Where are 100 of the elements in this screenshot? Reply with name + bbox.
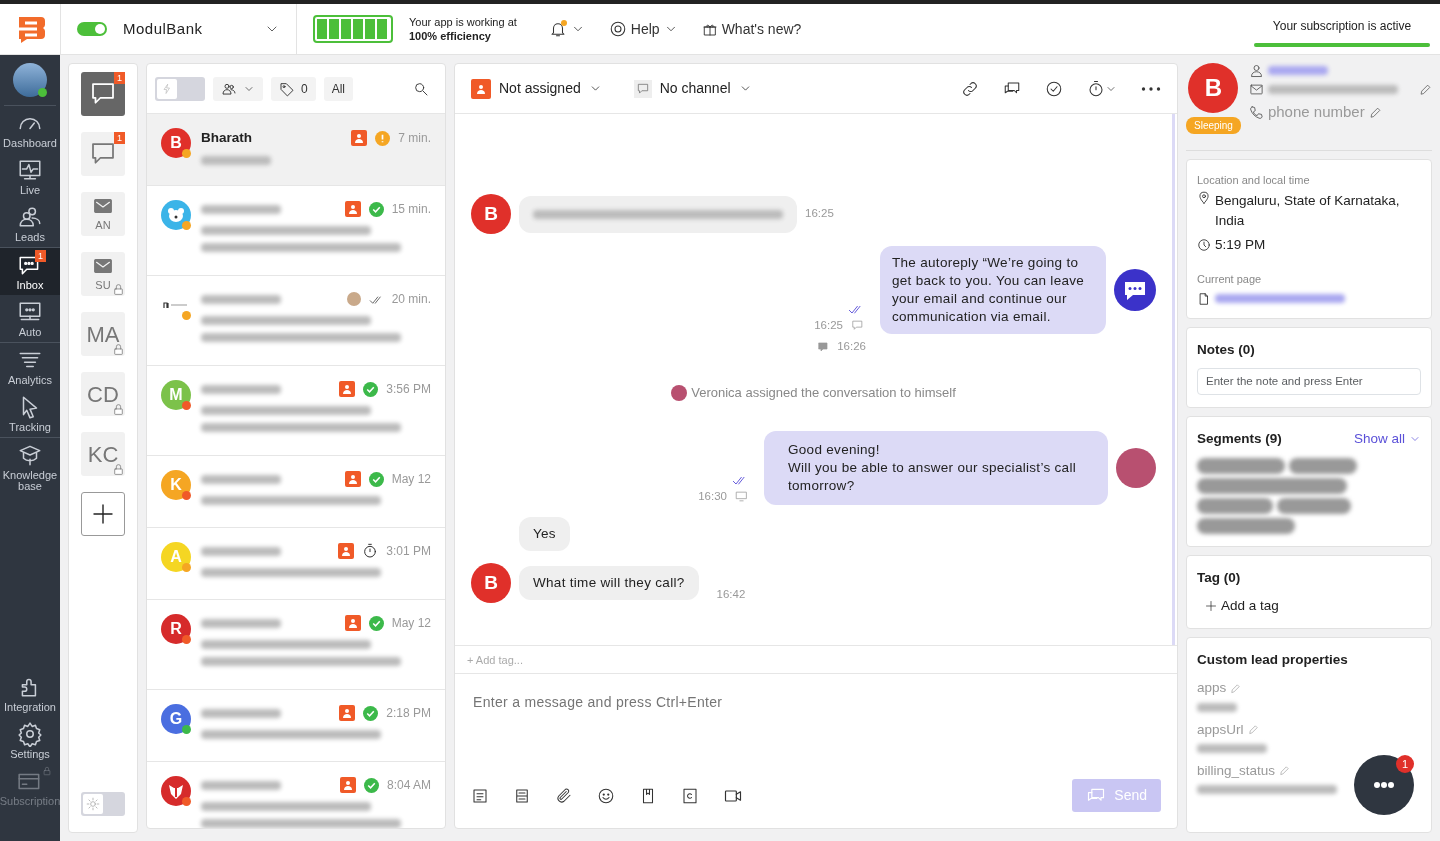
channel-button[interactable]: 1 [81, 132, 125, 176]
segment-tag [1289, 457, 1357, 474]
property-name: apps [1197, 679, 1227, 698]
channel-button[interactable]: MA [81, 312, 125, 356]
nav-item[interactable]: Leads [0, 200, 60, 247]
contact-name: Bharath [201, 129, 252, 147]
tag-title: Tag (0) [1197, 568, 1242, 587]
agent-avatar [346, 292, 361, 306]
channel-button[interactable]: SU [81, 252, 125, 296]
contact-avatar: R [161, 614, 191, 644]
online-dot [38, 88, 47, 97]
redacted-text [1267, 66, 1328, 75]
add-channel-button[interactable] [81, 492, 125, 536]
assignee-dropdown[interactable]: Not assigned [471, 78, 602, 99]
channel-button[interactable]: AN [81, 192, 125, 236]
contact-avatar: B [1188, 63, 1239, 113]
stopwatch-icon [362, 543, 379, 559]
template-icon [513, 786, 531, 805]
user-avatar[interactable] [13, 63, 47, 97]
lock-icon [112, 343, 125, 356]
conversation-item[interactable]: B Bharath 7 min. [147, 114, 445, 186]
company-logo-icon [163, 301, 189, 309]
stopwatch-icon [1087, 79, 1105, 98]
redacted-text [1197, 743, 1267, 753]
lightning-icon [161, 82, 173, 95]
app-toggle[interactable] [77, 22, 107, 36]
system-message: Veronica assigned the conversation to himself [691, 384, 956, 403]
project-name[interactable]: ModulBank [123, 17, 203, 41]
show-all-link[interactable]: Show all [1353, 429, 1421, 450]
auto-assign-toggle[interactable] [155, 76, 205, 101]
conversation-time: 2:18 PM [386, 705, 431, 722]
nav-item[interactable]: Tracking [0, 390, 60, 437]
all-filter-button[interactable]: All [323, 76, 354, 101]
conversation-time: 7 min. [398, 130, 431, 148]
conversation-item[interactable]: G 2:18 PM [147, 690, 445, 762]
bot-avatar-icon [1114, 269, 1156, 311]
conversation-time: 20 min. [391, 291, 431, 308]
badger-icon [167, 782, 185, 800]
phone-icon [1248, 104, 1264, 120]
monitor-icon [735, 489, 748, 503]
location-text: Bengaluru, State of Karnataka, India [1215, 191, 1401, 230]
lock-icon [112, 463, 125, 476]
c-box-icon [681, 786, 699, 805]
link-icon [961, 79, 979, 98]
notifications-button[interactable] [548, 20, 585, 38]
conversation-item[interactable]: R May 12 [147, 600, 445, 690]
local-time: 5:19 PM [1215, 236, 1266, 254]
channel-dropdown[interactable]: No channel [633, 78, 752, 99]
check-icon [363, 777, 379, 793]
message-bubble: What time will they call? [519, 565, 699, 600]
contact-avatar: B [471, 562, 511, 603]
property-name: billing_status [1197, 761, 1276, 780]
conversation-time: May 12 [391, 615, 431, 632]
message-bubble: Good evening! Will you be able to answer our specialist’s call tomorrow? [764, 430, 1108, 505]
whats-new-link[interactable]: What's new? [701, 18, 802, 40]
pending-icon [375, 130, 391, 146]
redacted-text [1197, 702, 1237, 712]
check-circle-icon [1045, 79, 1063, 98]
unread-badge: 1 [1396, 755, 1414, 773]
pencil-icon [1247, 724, 1259, 736]
channel-button[interactable]: CD [81, 372, 125, 416]
tag-filter-button[interactable]: 0 [271, 76, 316, 101]
property-name: appsUrl [1197, 720, 1244, 739]
conversation-time: 15 min. [391, 201, 431, 218]
sun-icon [86, 797, 100, 811]
more-icon [1141, 85, 1161, 92]
check-icon [363, 381, 379, 397]
nav-item[interactable]: Analytics [0, 343, 60, 390]
pencil-icon [1368, 105, 1382, 119]
subscription-status: Your subscription is active [1272, 18, 1412, 35]
note-input[interactable]: Enter the note and press Enter [1197, 368, 1421, 396]
help-menu[interactable]: Help [608, 18, 678, 40]
add-tag-button[interactable]: Add a tag [1205, 595, 1421, 616]
theme-toggle[interactable] [81, 792, 125, 816]
check-icon [368, 471, 384, 487]
location-label: Location and local time [1197, 173, 1311, 188]
envelope-icon [1248, 82, 1264, 97]
channel-button[interactable]: KC [81, 432, 125, 476]
nav-item[interactable]: 1 Inbox [0, 248, 60, 295]
nav-item[interactable]: Integration [0, 670, 60, 717]
nav-item[interactable]: Auto [0, 295, 60, 342]
contact-avatar: M [161, 380, 191, 410]
lock-icon [42, 766, 52, 776]
message-time: 16:42 [716, 586, 746, 602]
message-bubble: The autoreply “We’re going to get back to you. You can leave your email and continue our communication via email. [880, 246, 1106, 334]
nav-item[interactable]: Live [0, 153, 60, 200]
nav-item[interactable]: Knowledge base [0, 438, 60, 496]
contact-avatar: B [161, 128, 191, 158]
check-icon [363, 705, 379, 721]
conversation-time: May 12 [391, 471, 431, 488]
nav-item[interactable]: Settings [0, 717, 60, 764]
plus-icon [1205, 599, 1217, 612]
nav-item[interactable]: Dashboard [0, 106, 60, 153]
contact-avatar: B [471, 194, 511, 234]
search-icon [413, 80, 429, 97]
message-time: 16:26 [837, 339, 866, 354]
agent-avatar [1116, 447, 1156, 488]
lock-icon [112, 403, 125, 416]
channel-button[interactable]: 1 [81, 72, 125, 116]
team-filter-button[interactable] [213, 76, 263, 101]
